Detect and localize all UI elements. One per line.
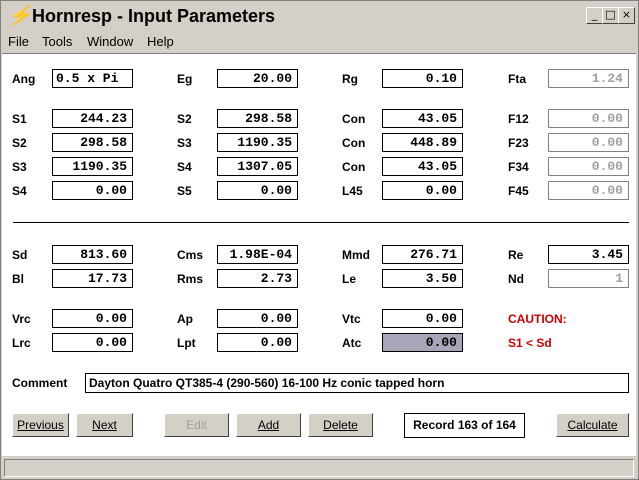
previous-button[interactable]: Previous [12,413,69,437]
hornresp-window: ⚡ Hornresp - Input Parameters _ □ × File… [0,0,639,480]
delete-button[interactable]: Delete [308,413,373,437]
s3-label: S3 [12,160,27,174]
s5-field[interactable]: 0.00 [217,181,298,200]
cms-label: Cms [177,248,204,262]
ang-label: Ang [12,72,36,86]
title-bar: ⚡ Hornresp - Input Parameters _ □ × [1,1,638,33]
vtc-field[interactable]: 0.00 [382,309,463,328]
s2-label: S2 [12,136,27,150]
caution-title: CAUTION: [508,312,567,326]
atc-label: Atc [342,336,362,350]
caution-message: S1 < Sd [508,336,552,350]
f45-label: F45 [508,184,529,198]
menu-help[interactable]: Help [147,34,174,49]
status-bar [4,459,634,477]
menu-file[interactable]: File [8,34,29,49]
maximize-button[interactable]: □ [602,7,619,24]
ap-label: Ap [177,312,193,326]
minimize-button[interactable]: _ [586,7,603,24]
f12-field: 0.00 [548,109,629,128]
vtc-label: Vtc [342,312,361,326]
l45-label: L45 [342,184,363,198]
lrc-field[interactable]: 0.00 [52,333,133,352]
s3-label-col2: S3 [177,136,192,150]
s4-label: S4 [12,184,27,198]
nd-label: Nd [508,272,524,286]
rg-label: Rg [342,72,358,86]
s5-label: S5 [177,184,192,198]
fta-label: Fta [508,72,526,86]
ap-field[interactable]: 0.00 [217,309,298,328]
con1-label: Con [342,112,366,126]
vrc-field[interactable]: 0.00 [52,309,133,328]
le-field[interactable]: 3.50 [382,269,463,288]
s3-field[interactable]: 1190.35 [52,157,133,176]
s1-label: S1 [12,112,27,126]
cms-field[interactable]: 1.98E-04 [217,245,298,264]
le-label: Le [342,272,357,286]
calculate-button[interactable]: Calculate [556,413,629,437]
f45-field: 0.00 [548,181,629,200]
comment-label: Comment [12,376,68,390]
window-title: Hornresp - Input Parameters [32,6,276,26]
s2-field-col2[interactable]: 298.58 [217,109,298,128]
eg-field[interactable]: 20.00 [217,69,298,88]
nd-field: 1 [548,269,629,288]
lpt-field[interactable]: 0.00 [217,333,298,352]
lpt-label: Lpt [177,336,196,350]
s3-field-col2[interactable]: 1190.35 [217,133,298,152]
con1-field[interactable]: 43.05 [382,109,463,128]
section-divider [13,222,629,223]
s1-field[interactable]: 244.23 [52,109,133,128]
comment-field[interactable]: Dayton Quatro QT385-4 (290-560) 16-100 H… [85,373,629,393]
lrc-label: Lrc [12,336,31,350]
hornresp-logo-icon: ⚡ [7,5,32,27]
menu-tools[interactable]: Tools [42,34,72,49]
record-counter: Record 163 of 164 [404,413,525,438]
con3-field[interactable]: 43.05 [382,157,463,176]
con3-label: Con [342,160,366,174]
vrc-label: Vrc [12,312,31,326]
s4-label-col2: S4 [177,160,192,174]
sd-label: Sd [12,248,28,262]
next-button[interactable]: Next [76,413,133,437]
menu-bar: File Tools Window Help [1,33,638,52]
f12-label: F12 [508,112,529,126]
close-button[interactable]: × [618,7,635,24]
l45-field[interactable]: 0.00 [382,181,463,200]
rg-field[interactable]: 0.10 [382,69,463,88]
s4-field-col2[interactable]: 1307.05 [217,157,298,176]
menu-window[interactable]: Window [87,34,133,49]
re-field[interactable]: 3.45 [548,245,629,264]
con2-label: Con [342,136,366,150]
ang-field[interactable]: 0.5 x Pi [52,69,133,88]
con2-field[interactable]: 448.89 [382,133,463,152]
eg-label: Eg [177,72,193,86]
mmd-field[interactable]: 276.71 [382,245,463,264]
f34-label: F34 [508,160,529,174]
sd-field[interactable]: 813.60 [52,245,133,264]
fta-field: 1.24 [548,69,629,88]
bl-field[interactable]: 17.73 [52,269,133,288]
bl-label: Bl [12,272,24,286]
s2-field[interactable]: 298.58 [52,133,133,152]
add-button[interactable]: Add [236,413,301,437]
rms-field[interactable]: 2.73 [217,269,298,288]
edit-button[interactable]: Edit [164,413,229,437]
s2-label-col2: S2 [177,112,192,126]
re-label: Re [508,248,524,262]
mmd-label: Mmd [342,248,370,262]
f23-field: 0.00 [548,133,629,152]
f34-field: 0.00 [548,157,629,176]
atc-field[interactable]: 0.00 [382,333,463,352]
s4-field[interactable]: 0.00 [52,181,133,200]
rms-label: Rms [177,272,204,286]
f23-label: F23 [508,136,529,150]
